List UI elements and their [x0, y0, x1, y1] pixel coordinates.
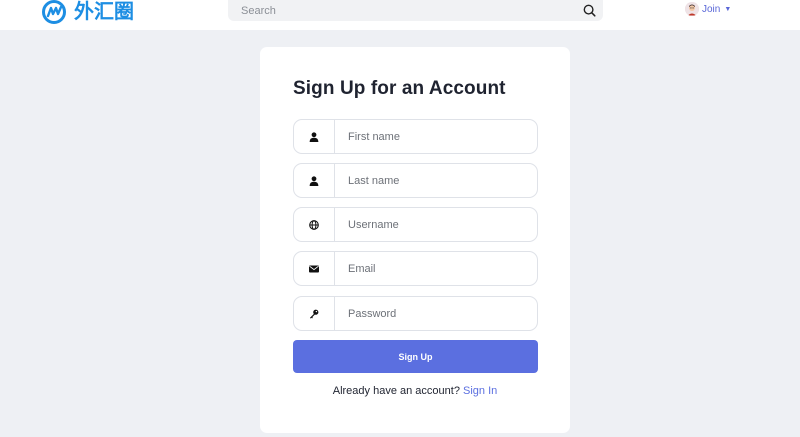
email-field [293, 251, 538, 286]
page-title: Sign Up for an Account [293, 78, 506, 99]
join-label: Join [702, 3, 721, 15]
top-navbar: 外汇圈 Join ▼ [0, 0, 800, 30]
globe-icon [294, 208, 335, 241]
first-name-field [293, 119, 538, 154]
user-icon [294, 120, 335, 153]
envelope-icon [294, 252, 335, 285]
last-name-input[interactable] [335, 164, 537, 197]
user-icon [294, 164, 335, 197]
search-icon[interactable] [582, 3, 596, 17]
sign-up-button[interactable]: Sign Up [293, 340, 538, 373]
username-input[interactable] [335, 208, 537, 241]
logo-text: 外汇圈 [74, 0, 134, 23]
chevron-down-icon: ▼ [724, 5, 732, 13]
password-input[interactable] [335, 297, 537, 330]
search-bar [228, 0, 603, 21]
logo-mark-icon [42, 0, 66, 24]
site-logo[interactable]: 外汇圈 [42, 0, 134, 24]
sign-in-link[interactable]: Sign In [463, 385, 497, 397]
search-input[interactable] [228, 0, 548, 21]
username-field [293, 207, 538, 242]
signin-prompt-text: Already have an account? [332, 385, 460, 397]
avatar [685, 2, 699, 16]
signin-prompt-line: Already have an account? Sign In [260, 385, 570, 397]
last-name-field [293, 163, 538, 198]
signup-card: Sign Up for an Account First name Last n… [260, 47, 570, 433]
key-icon [294, 297, 335, 330]
user-menu-dropdown[interactable]: Join ▼ [685, 1, 731, 17]
first-name-input[interactable] [335, 120, 537, 153]
password-field [293, 296, 538, 331]
email-input[interactable] [335, 252, 537, 285]
